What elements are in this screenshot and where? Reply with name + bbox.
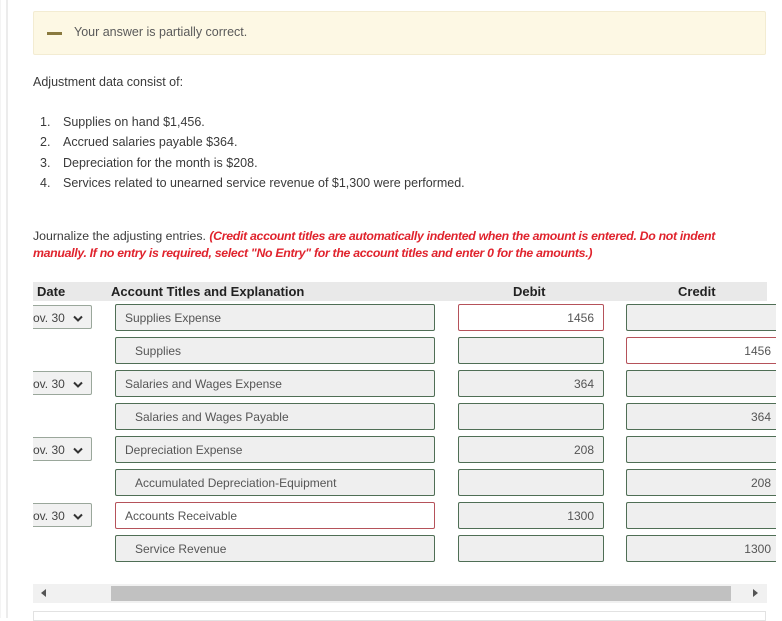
list-item: 3. Depreciation for the month is $208. <box>40 153 465 173</box>
account-title-input-value: Depreciation Expense <box>125 443 243 457</box>
feedback-banner: Your answer is partially correct. <box>33 11 766 55</box>
debit-input[interactable]: 364 <box>458 370 604 397</box>
credit-input[interactable] <box>626 436 776 463</box>
scroll-right-button[interactable] <box>735 584 767 603</box>
credit-input-value: 1300 <box>744 542 771 556</box>
header-account: Account Titles and Explanation <box>111 284 305 299</box>
next-section-box <box>33 611 766 621</box>
list-number: 2. <box>40 135 51 150</box>
account-title-input-value: Salaries and Wages Payable <box>135 410 289 424</box>
account-title-input-value: Supplies Expense <box>125 311 222 325</box>
page-left-border <box>6 0 8 618</box>
list-text: Depreciation for the month is $208. <box>63 155 258 170</box>
account-title-input[interactable]: Salaries and Wages Expense <box>115 370 435 397</box>
chevron-down-icon <box>73 312 83 322</box>
credit-input[interactable]: 208 <box>626 469 776 496</box>
debit-input[interactable]: 208 <box>458 436 604 463</box>
chevron-down-icon <box>73 510 83 520</box>
account-title-input-value: Accumulated Depreciation-Equipment <box>135 476 337 490</box>
instructions: Journalize the adjusting entries. (Credi… <box>33 228 733 262</box>
account-title-input[interactable]: Depreciation Expense <box>115 436 435 463</box>
debit-input[interactable]: 1456 <box>458 304 604 331</box>
date-value: ov. 30 <box>33 377 65 391</box>
credit-input[interactable] <box>626 502 776 529</box>
date-value: ov. 30 <box>33 509 65 523</box>
account-title-input[interactable]: Accounts Receivable <box>115 502 435 529</box>
list-number: 3. <box>40 155 51 170</box>
credit-input[interactable]: 364 <box>626 403 776 430</box>
debit-input[interactable]: 1300 <box>458 502 604 529</box>
debit-input[interactable] <box>458 469 604 496</box>
account-title-input[interactable]: Salaries and Wages Payable <box>115 403 435 430</box>
credit-input[interactable]: 1456 <box>626 337 776 364</box>
journal-table-header: Date Account Titles and Explanation Debi… <box>33 282 767 301</box>
debit-input-value: 1456 <box>567 311 594 325</box>
account-title-input-value: Salaries and Wages Expense <box>125 377 282 391</box>
chevron-down-icon <box>73 444 83 454</box>
arrow-right-icon <box>753 589 758 597</box>
date-select[interactable]: ov. 30 <box>33 305 92 329</box>
account-title-input[interactable]: Service Revenue <box>115 535 435 562</box>
credit-input-value: 364 <box>750 410 771 424</box>
header-debit: Debit <box>513 284 546 299</box>
date-select[interactable]: ov. 30 <box>33 503 92 527</box>
credit-input-value: 1456 <box>744 344 771 358</box>
header-credit: Credit <box>678 284 716 299</box>
credit-input[interactable] <box>626 304 776 331</box>
account-title-input-value: Service Revenue <box>135 542 227 556</box>
list-text: Accrued salaries payable $364. <box>63 135 238 150</box>
feedback-message: Your answer is partially correct. <box>74 25 248 39</box>
header-date: Date <box>37 284 66 299</box>
horizontal-scrollbar[interactable] <box>33 584 767 603</box>
account-title-input-value: Accounts Receivable <box>125 509 238 523</box>
debit-input-value: 208 <box>573 443 594 457</box>
debit-input-value: 364 <box>573 377 594 391</box>
list-number: 4. <box>40 175 51 190</box>
date-select[interactable]: ov. 30 <box>33 371 92 395</box>
debit-input-value: 1300 <box>567 509 594 523</box>
list-text: Supplies on hand $1,456. <box>63 115 205 129</box>
account-title-input[interactable]: Supplies Expense <box>115 304 435 331</box>
credit-input[interactable] <box>626 370 776 397</box>
arrow-left-icon <box>41 589 46 597</box>
list-item: 2. Accrued salaries payable $364. <box>40 132 465 152</box>
scroll-thumb[interactable] <box>111 586 731 601</box>
chevron-down-icon <box>73 378 83 388</box>
credit-input[interactable]: 1300 <box>626 535 776 562</box>
adjustment-list: 1. Supplies on hand $1,456. 2. Accrued sal… <box>40 112 465 193</box>
debit-input[interactable] <box>458 403 604 430</box>
adjustment-intro: Adjustment data consist of: <box>33 75 184 89</box>
scroll-left-button[interactable] <box>33 584 110 603</box>
list-item: 1. Supplies on hand $1,456. <box>40 112 465 132</box>
minus-icon <box>47 32 62 35</box>
date-select[interactable]: ov. 30 <box>33 437 92 461</box>
date-value: ov. 30 <box>33 443 65 457</box>
debit-input[interactable] <box>458 337 604 364</box>
account-title-input-value: Supplies <box>135 344 182 358</box>
page-edge <box>0 0 1 618</box>
date-value: ov. 30 <box>33 311 65 325</box>
credit-input-value: 208 <box>750 476 771 490</box>
account-title-input[interactable]: Supplies <box>115 337 435 364</box>
list-item: 4. Services related to unearned service r… <box>40 173 465 193</box>
instructions-text: Journalize the adjusting entries. <box>33 229 210 243</box>
list-text: Services related to unearned service rev… <box>63 175 465 190</box>
debit-input[interactable] <box>458 535 604 562</box>
account-title-input[interactable]: Accumulated Depreciation-Equipment <box>115 469 435 496</box>
list-number: 1. <box>40 115 51 129</box>
